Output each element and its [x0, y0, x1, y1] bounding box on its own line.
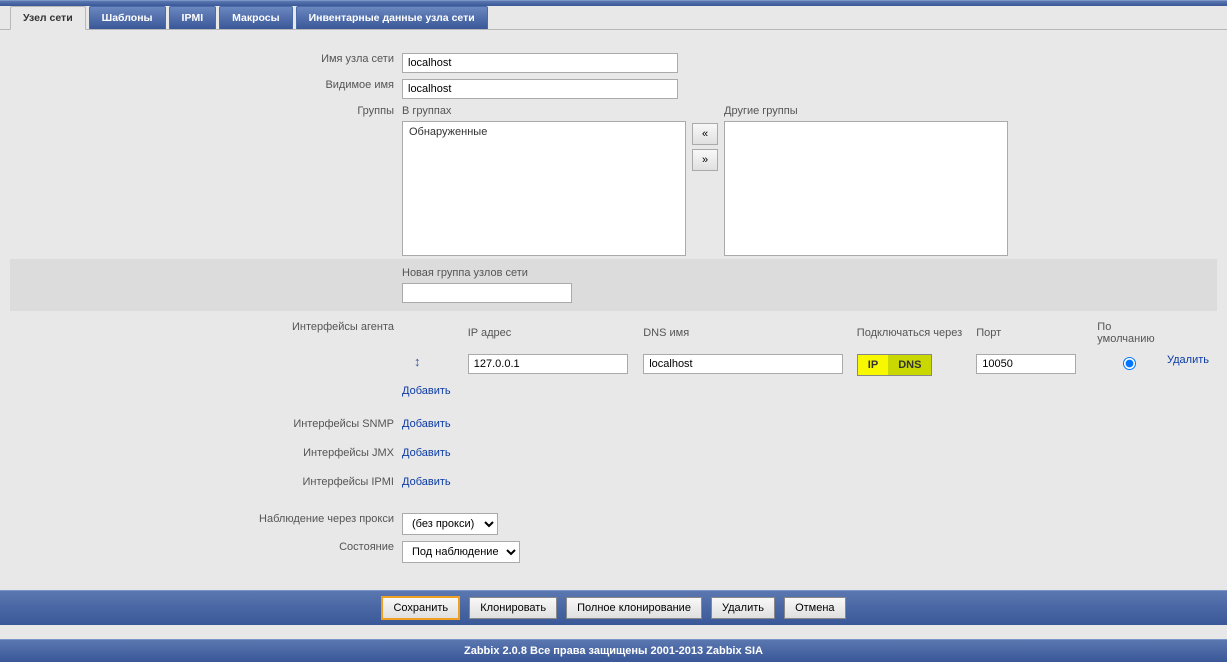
tab-ipmi[interactable]: IPMI: [169, 6, 217, 29]
cancel-button[interactable]: Отмена: [784, 597, 845, 619]
label-othergroups: Другие группы: [724, 105, 1008, 121]
label-proxy: Наблюдение через прокси: [10, 491, 398, 538]
iface-dns-input[interactable]: [643, 354, 843, 374]
toggle-ip[interactable]: IP: [858, 355, 888, 375]
tab-row: Узел сети Шаблоны IPMI Макросы Инвентарн…: [0, 6, 1227, 30]
col-dns: DNS имя: [639, 321, 853, 351]
label-ipmi-if: Интерфейсы IPMI: [10, 462, 398, 491]
col-default: По умолчанию: [1093, 321, 1163, 351]
tab-inventory[interactable]: Инвентарные данные узла сети: [296, 6, 488, 29]
label-agent-if: Интерфейсы агента: [10, 311, 398, 400]
tab-templates[interactable]: Шаблоны: [89, 6, 166, 29]
tab-host[interactable]: Узел сети: [10, 6, 86, 30]
newgroup-input[interactable]: [402, 283, 572, 303]
footer: Zabbix 2.0.8 Все права защищены 2001-201…: [0, 639, 1227, 662]
iface-port-input[interactable]: [976, 354, 1076, 374]
iface-ip-input[interactable]: [468, 354, 628, 374]
gap: [0, 625, 1227, 639]
col-ip: IP адрес: [464, 321, 639, 351]
save-button[interactable]: Сохранить: [381, 596, 460, 620]
ingroups-listbox[interactable]: Обнаруженные: [402, 121, 686, 256]
label-ingroups: В группах: [402, 105, 686, 121]
action-bar: Сохранить Клонировать Полное клонировани…: [0, 590, 1227, 625]
label-hostname: Имя узла сети: [10, 50, 398, 76]
agent-add-link[interactable]: Добавить: [402, 385, 451, 397]
status-select[interactable]: Под наблюдением: [402, 541, 520, 563]
ingroups-item[interactable]: Обнаруженные: [405, 124, 683, 140]
othergroups-listbox[interactable]: [724, 121, 1008, 256]
tab-macros[interactable]: Макросы: [219, 6, 292, 29]
delete-button[interactable]: Удалить: [711, 597, 775, 619]
iface-conn-toggle: IP DNS: [857, 354, 933, 376]
col-port: Порт: [972, 321, 1093, 351]
label-jmx-if: Интерфейсы JMX: [10, 433, 398, 462]
fullclone-button[interactable]: Полное клонирование: [566, 597, 702, 619]
iface-delete-link[interactable]: Удалить: [1167, 354, 1209, 366]
label-status: Состояние: [10, 538, 398, 566]
proxy-select[interactable]: (без прокси): [402, 513, 498, 535]
ipmi-add-link[interactable]: Добавить: [402, 476, 451, 488]
move-left-button[interactable]: «: [692, 123, 718, 145]
drag-handle-icon[interactable]: ↕: [406, 354, 429, 369]
snmp-add-link[interactable]: Добавить: [402, 418, 451, 430]
label-snmp-if: Интерфейсы SNMP: [10, 400, 398, 433]
toggle-dns[interactable]: DNS: [888, 355, 931, 375]
jmx-add-link[interactable]: Добавить: [402, 447, 451, 459]
move-right-button[interactable]: »: [692, 149, 718, 171]
iface-default-radio[interactable]: [1123, 357, 1136, 370]
hostname-input[interactable]: [402, 53, 678, 73]
label-newgroup: Новая группа узлов сети: [402, 267, 1213, 283]
visiblename-input[interactable]: [402, 79, 678, 99]
form-content: Имя узла сети Видимое имя Группы В групп…: [0, 30, 1227, 576]
label-visiblename: Видимое имя: [10, 76, 398, 102]
clone-button[interactable]: Клонировать: [469, 597, 557, 619]
col-conn: Подключаться через: [853, 321, 972, 351]
label-groups: Группы: [10, 102, 398, 259]
